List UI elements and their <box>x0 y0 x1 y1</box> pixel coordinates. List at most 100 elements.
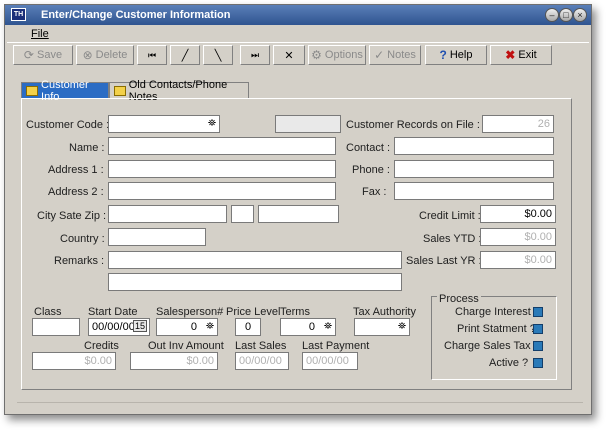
tab-customer-info[interactable]: Customer Info <box>21 79 109 103</box>
status-divider <box>17 402 583 403</box>
zip-field[interactable] <box>258 205 339 223</box>
last-payment-label: Last Payment <box>302 340 370 352</box>
binoculars-icon[interactable]: ⛯ <box>324 319 332 335</box>
records-on-file-label: Customer Records on File : <box>346 119 480 131</box>
state-field[interactable] <box>231 205 254 223</box>
notes-icon: ✓ <box>374 48 385 62</box>
options-button[interactable]: ⚙ Options <box>308 45 366 65</box>
tax-authority-field[interactable]: ⛯ <box>354 318 410 336</box>
credit-limit-field[interactable]: $0.00 <box>480 205 556 223</box>
close-icon[interactable]: × <box>573 8 587 22</box>
exit-button[interactable]: ✖ Exit <box>490 45 552 65</box>
cancel-button[interactable]: ✕ <box>273 45 305 65</box>
name-field[interactable] <box>108 137 336 155</box>
customer-code-label: Customer Code : <box>26 119 110 131</box>
charge-sales-tax-label: Charge Sales Tax ? <box>444 340 540 352</box>
sales-last-yr-label: Sales Last YR : <box>406 255 482 267</box>
minimize-icon[interactable]: – <box>545 8 559 22</box>
last-payment-value: 00/00/00 <box>302 352 358 370</box>
tax-authority-label: Tax Authority <box>353 306 416 318</box>
previous-record-button[interactable]: ╱ <box>170 45 200 65</box>
terms-label: Terms <box>280 306 310 318</box>
delete-button[interactable]: ⊗ Delete <box>76 45 134 65</box>
country-label: Country : <box>60 233 105 245</box>
phone-field[interactable] <box>394 160 554 178</box>
customer-code-field[interactable]: ⛯ <box>108 115 220 133</box>
price-level-field[interactable]: 0 <box>235 318 261 336</box>
contact-label: Contact : <box>346 142 391 154</box>
save-icon: ⟳ <box>23 48 34 62</box>
active-checkbox[interactable] <box>533 358 543 368</box>
charge-interest-label: Charge Interest ? <box>455 306 540 318</box>
menu-file[interactable]: File <box>31 28 49 40</box>
out-inv-label: Out Inv Amount <box>148 340 224 352</box>
charge-sales-tax-checkbox[interactable] <box>533 341 543 351</box>
menu-bar: File <box>5 26 591 42</box>
print-statement-checkbox[interactable] <box>533 324 543 334</box>
address2-field[interactable] <box>108 182 336 200</box>
options-icon: ⚙ <box>311 48 322 62</box>
sales-ytd-value: $0.00 <box>480 228 556 246</box>
last-sales-label: Last Sales <box>235 340 287 352</box>
sales-last-yr-value: $0.00 <box>480 251 556 269</box>
phone-label: Phone : <box>352 164 390 176</box>
next-record-icon: ╲ <box>214 49 222 62</box>
city-field[interactable] <box>108 205 227 223</box>
first-record-icon: ⏮ <box>147 49 157 60</box>
salesperson-field[interactable]: 0 ⛯ <box>156 318 218 336</box>
print-statement-label: Print Statment ? <box>457 323 536 335</box>
name-label: Name : <box>69 142 105 154</box>
previous-record-icon: ╱ <box>181 49 189 62</box>
binoculars-icon[interactable]: ⛯ <box>206 319 214 335</box>
customer-info-window: TH Enter/Change Customer Information – □… <box>4 4 592 415</box>
start-date-field[interactable]: 00/00/00 15 <box>88 318 150 336</box>
calendar-icon[interactable]: 15 <box>132 320 147 332</box>
salesperson-label: Salesperson# <box>156 306 224 318</box>
fax-field[interactable] <box>394 182 554 200</box>
class-label: Class <box>34 306 62 318</box>
tab-old-contacts[interactable]: Old Contacts/Phone Notes <box>109 79 249 103</box>
price-level-label: Price Level <box>226 306 281 318</box>
sales-ytd-label: Sales YTD : <box>423 233 482 245</box>
process-title: Process <box>437 293 481 305</box>
fax-label: Fax : <box>362 186 387 198</box>
delete-icon: ⊗ <box>82 48 93 62</box>
window-title: Enter/Change Customer Information <box>41 9 231 21</box>
out-inv-value: $0.00 <box>130 352 218 370</box>
title-bar[interactable]: TH Enter/Change Customer Information – □… <box>5 5 591 25</box>
last-record-icon: ⏭ <box>250 49 260 60</box>
country-field[interactable] <box>108 228 206 246</box>
address1-label: Address 1 : <box>48 164 104 176</box>
terms-field[interactable]: 0 ⛯ <box>280 318 336 336</box>
credits-label: Credits <box>84 340 119 352</box>
contact-field[interactable] <box>394 137 554 155</box>
maximize-icon[interactable]: □ <box>559 8 573 22</box>
customer-code-display <box>275 115 341 133</box>
credits-value: $0.00 <box>32 352 116 370</box>
binoculars-icon[interactable]: ⛯ <box>208 116 216 132</box>
remarks-label: Remarks : <box>54 255 105 267</box>
first-record-button[interactable]: ⏮ <box>137 45 167 65</box>
next-record-button[interactable]: ╲ <box>203 45 233 65</box>
app-icon: TH <box>11 8 26 21</box>
address2-label: Address 2 : <box>48 186 104 198</box>
address1-field[interactable] <box>108 160 336 178</box>
binoculars-icon[interactable]: ⛯ <box>398 319 406 335</box>
credit-limit-label: Credit Limit : <box>419 210 481 222</box>
folder-icon <box>114 85 126 96</box>
last-record-button[interactable]: ⏭ <box>240 45 270 65</box>
notes-button[interactable]: ✓ Notes <box>369 45 421 65</box>
class-field[interactable] <box>32 318 80 336</box>
charge-interest-checkbox[interactable] <box>533 307 543 317</box>
remarks-field-line1[interactable] <box>108 251 402 269</box>
exit-icon: ✖ <box>505 48 516 62</box>
active-label: Active ? <box>489 357 529 369</box>
toolbar-divider <box>7 42 589 43</box>
save-button[interactable]: ⟳ Save <box>13 45 73 65</box>
remarks-field-line2[interactable] <box>108 273 402 291</box>
start-date-label: Start Date <box>88 306 138 318</box>
records-on-file-value: 26 <box>482 115 554 133</box>
cancel-icon: ✕ <box>284 49 294 62</box>
help-button[interactable]: ? Help <box>425 45 487 65</box>
last-sales-value: 00/00/00 <box>235 352 289 370</box>
